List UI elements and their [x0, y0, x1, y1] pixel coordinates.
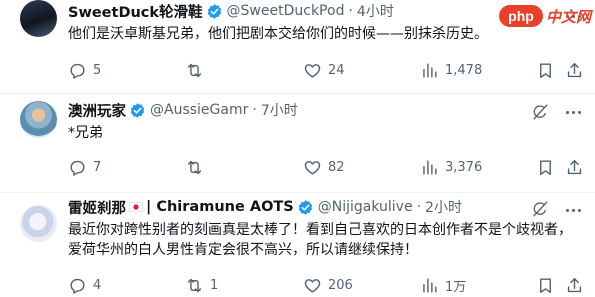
retweet-button[interactable] [185, 155, 210, 179]
views-button[interactable]: 1万 [420, 273, 466, 297]
handle[interactable]: @AussieGamr [150, 102, 248, 118]
heart-icon [304, 63, 321, 78]
heart-icon [304, 160, 321, 175]
timestamp[interactable]: 2小时 [425, 197, 462, 217]
view-count: 1万 [445, 279, 467, 295]
display-name[interactable]: 澳洲玩家 [68, 100, 126, 121]
reply-count: 5 [93, 62, 102, 78]
timestamp[interactable]: 7小时 [261, 100, 298, 120]
avatar[interactable] [20, 205, 57, 242]
share-icon [567, 277, 582, 292]
share-button[interactable] [565, 58, 584, 82]
verified-badge-icon [297, 199, 314, 216]
views-chart-icon [423, 277, 437, 293]
reply-icon [70, 278, 85, 294]
share-icon [567, 159, 582, 174]
reply-icon [70, 63, 85, 79]
like-count: 24 [328, 62, 345, 78]
retweet-icon [187, 160, 202, 174]
view-count: 3,376 [445, 159, 483, 175]
tweet-header: 澳洲玩家 @AussieGamr · 7小时 [68, 99, 298, 121]
tweet-actions: 5 24 1,478 [60, 58, 582, 82]
view-count: 1,478 [445, 62, 483, 78]
avatar[interactable] [20, 101, 57, 138]
retweet-count: 1 [210, 277, 219, 293]
views-button[interactable]: 3,376 [420, 155, 482, 179]
tweet-text: *兄弟 [68, 125, 103, 141]
like-button[interactable]: 24 [303, 58, 345, 82]
bookmark-button[interactable] [536, 273, 555, 297]
tweet-text: 最近你对跨性别者的刻画真是太棒了！看到自己喜欢的日本创作者不是个歧视者，爱荷华州… [68, 222, 572, 258]
display-name-suffix[interactable]: | Chiramune AOTS [146, 199, 294, 215]
grok-icon[interactable] [531, 103, 549, 121]
views-button[interactable]: 1,478 [420, 58, 482, 82]
share-button[interactable] [565, 155, 584, 179]
grok-icon[interactable] [531, 200, 549, 218]
reply-count: 4 [93, 277, 102, 293]
tweet[interactable]: 雷姬刹那 | Chiramune AOTS @Nijigakulive · 2小… [0, 193, 595, 297]
bookmark-icon [540, 62, 551, 78]
like-button[interactable]: 206 [303, 273, 353, 297]
avatar[interactable] [20, 0, 57, 37]
tweet-header: SweetDuck轮滑鞋 @SweetDuckPod · 4小时 [68, 0, 394, 22]
separator-dot: · [348, 3, 353, 19]
tweet-actions: 4 1 206 1万 [60, 273, 582, 297]
heart-icon [304, 278, 321, 293]
bookmark-button[interactable] [536, 155, 555, 179]
more-options-icon[interactable] [563, 102, 583, 122]
separator-dot: · [416, 199, 422, 215]
verified-badge-icon [206, 3, 223, 20]
like-count: 82 [328, 159, 345, 175]
retweet-icon [187, 63, 202, 77]
tweet-text: 他们是沃卓斯基兄弟，他们把剧本交给你们的时候——别抹杀历史。 [68, 26, 488, 42]
reply-button[interactable]: 5 [68, 58, 101, 82]
watermark-text: 中文网 [545, 7, 591, 26]
tweet-actions: 7 82 3,376 [60, 155, 582, 179]
bookmark-button[interactable] [536, 58, 555, 82]
reply-icon [70, 160, 85, 176]
share-icon [567, 62, 582, 77]
retweet-button[interactable]: 1 [185, 273, 218, 297]
tweet[interactable]: 澳洲玩家 @AussieGamr · 7小时 *兄弟 7 82 3,376 [0, 94, 595, 192]
more-options-icon[interactable] [563, 200, 583, 220]
views-chart-icon [423, 62, 437, 78]
like-button[interactable]: 82 [303, 155, 345, 179]
display-name[interactable]: 雷姬刹那 [68, 197, 126, 218]
like-count: 206 [328, 277, 353, 293]
handle[interactable]: @Nijigakulive [318, 199, 413, 215]
bookmark-icon [540, 159, 551, 175]
reply-count: 7 [93, 159, 102, 175]
reply-button[interactable]: 7 [68, 155, 101, 179]
handle[interactable]: @SweetDuckPod [227, 3, 345, 19]
retweet-button[interactable] [185, 58, 210, 82]
watermark-logo: php [498, 5, 543, 27]
display-name[interactable]: SweetDuck轮滑鞋 [68, 1, 203, 22]
timestamp[interactable]: 4小时 [357, 1, 394, 21]
reply-button[interactable]: 4 [68, 273, 101, 297]
site-watermark: php 中文网 [498, 3, 591, 29]
views-chart-icon [423, 159, 437, 175]
retweet-icon [187, 278, 202, 292]
tweet-header: 雷姬刹那 | Chiramune AOTS @Nijigakulive · 2小… [68, 196, 462, 218]
bookmark-icon [540, 277, 551, 293]
japan-flag-icon [129, 200, 143, 214]
verified-badge-icon [129, 102, 146, 119]
separator-dot: · [252, 102, 257, 118]
share-button[interactable] [565, 273, 584, 297]
